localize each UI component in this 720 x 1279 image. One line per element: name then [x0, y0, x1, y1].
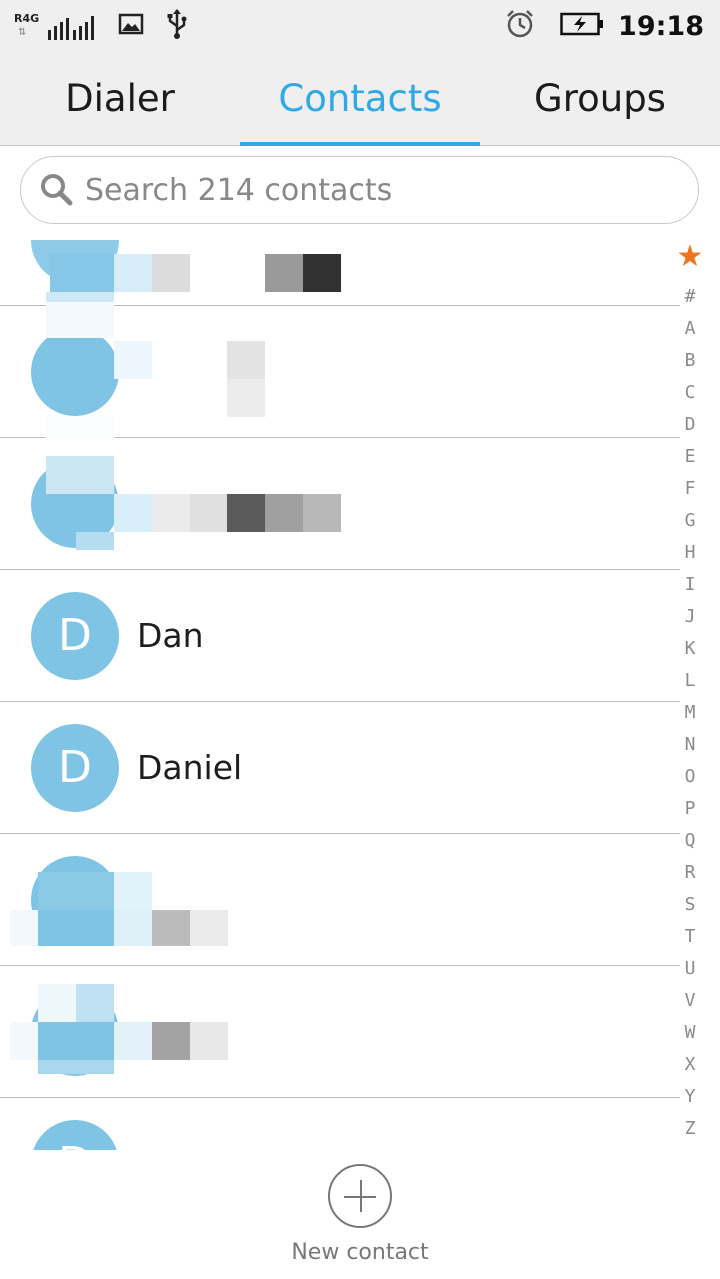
index-letter[interactable]: R — [676, 863, 704, 883]
index-letter[interactable]: Y — [676, 1087, 704, 1107]
index-letter[interactable]: V — [676, 991, 704, 1011]
index-letter[interactable]: T — [676, 927, 704, 947]
index-letter[interactable]: M — [676, 703, 704, 723]
alphabet-index[interactable]: ★ # A B C D E F G H I J K L M N O P Q R … — [676, 240, 704, 1140]
index-letter[interactable]: F — [676, 479, 704, 499]
index-letter[interactable]: Q — [676, 831, 704, 851]
index-letter[interactable]: X — [676, 1055, 704, 1075]
signal-icon-2 — [73, 14, 94, 40]
alarm-icon — [504, 8, 536, 45]
search-icon — [41, 174, 73, 206]
tab-groups[interactable]: Groups — [480, 52, 720, 145]
index-letter[interactable]: S — [676, 895, 704, 915]
index-letter[interactable]: E — [676, 447, 704, 467]
contact-row[interactable] — [0, 834, 680, 966]
plus-icon — [328, 1164, 392, 1228]
new-contact-label: New contact — [291, 1240, 429, 1265]
search-bar[interactable] — [20, 156, 699, 224]
index-letter[interactable]: B — [676, 351, 704, 371]
bottom-bar: New contact — [0, 1150, 720, 1279]
index-letter[interactable]: C — [676, 383, 704, 403]
contact-row[interactable] — [0, 240, 680, 330]
contact-row[interactable] — [0, 302, 680, 439]
index-letter[interactable]: P — [676, 799, 704, 819]
contact-avatar: D — [31, 592, 119, 680]
tab-contacts[interactable]: Contacts — [240, 52, 480, 146]
contact-avatar: D — [31, 1120, 119, 1150]
index-letter[interactable]: G — [676, 511, 704, 531]
index-letter[interactable]: H — [676, 543, 704, 563]
data-arrows-icon: ⇅ — [18, 26, 27, 38]
search-input[interactable] — [85, 172, 645, 208]
index-letter[interactable]: I — [676, 575, 704, 595]
contact-row-dan[interactable]: D Dan — [0, 570, 680, 702]
index-letter[interactable]: Z — [676, 1119, 704, 1139]
usb-icon — [166, 8, 188, 45]
index-letter[interactable]: N — [676, 735, 704, 755]
contact-name: Daniel — [137, 748, 243, 787]
battery-charging-icon — [560, 12, 604, 41]
clock: 19:18 — [618, 11, 704, 42]
signal-icon — [48, 14, 69, 40]
tab-bar: Dialer Contacts Groups — [0, 52, 720, 146]
index-letter[interactable]: O — [676, 767, 704, 787]
contact-avatar: D — [31, 724, 119, 812]
new-contact-button[interactable]: New contact — [260, 1164, 460, 1274]
status-bar: R4G ⇅ 19:18 — [0, 0, 720, 52]
favorites-star-icon[interactable]: ★ — [676, 242, 704, 272]
contact-row[interactable] — [0, 966, 680, 1098]
contact-list[interactable]: D Dan D Daniel D — [0, 240, 680, 1150]
index-letter[interactable]: # — [676, 287, 704, 307]
index-letter[interactable]: D — [676, 415, 704, 435]
network-type-indicator: R4G ⇅ — [14, 11, 40, 38]
index-letter[interactable]: A — [676, 319, 704, 339]
index-letter[interactable]: L — [676, 671, 704, 691]
contact-row[interactable] — [0, 438, 680, 570]
tab-dialer[interactable]: Dialer — [0, 52, 240, 145]
index-letter[interactable]: J — [676, 607, 704, 627]
contact-avatar — [31, 328, 119, 416]
contact-row-daniel[interactable]: D Daniel — [0, 702, 680, 834]
contact-name: Dan — [137, 616, 204, 655]
index-letter[interactable]: K — [676, 639, 704, 659]
image-icon — [118, 13, 144, 40]
contact-row[interactable]: D — [0, 1098, 680, 1150]
index-letter[interactable]: W — [676, 1023, 704, 1043]
index-letter[interactable]: U — [676, 959, 704, 979]
